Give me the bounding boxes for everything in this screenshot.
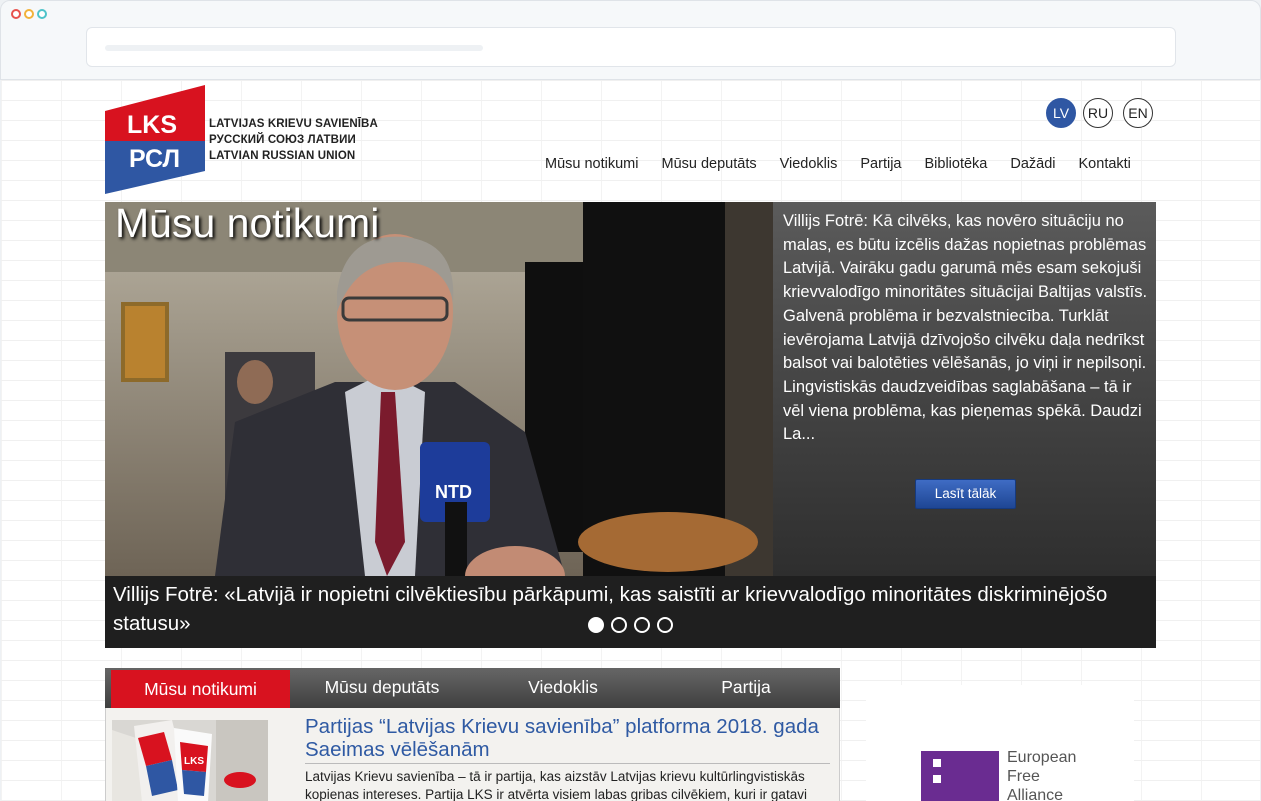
efa-banner[interactable]: European Free Alliance <box>866 685 1134 801</box>
news-flag-text: LKS <box>184 756 204 767</box>
hero-photo[interactable]: NTD <box>105 202 773 576</box>
slider-dot-1[interactable] <box>588 617 604 633</box>
logo-line-lv: LATVIJAS KRIEVU SAVIENĪBA <box>209 118 378 130</box>
news-title[interactable]: Partijas “Latvijas Krievu savienība” pla… <box>305 715 835 761</box>
microphone-label: NTD <box>435 482 472 502</box>
logo-top-text: LKS <box>127 111 177 139</box>
efa-line-2: Free <box>1007 768 1040 785</box>
lang-en-button[interactable]: EN <box>1123 98 1153 128</box>
logo-line-ru: РУССКИЙ СОЮЗ ЛАТВИИ <box>209 134 356 146</box>
hero-caption-bar: Villijs Fotrē: «Latvijā ir nopietni cilv… <box>105 576 1156 648</box>
news-text: Latvijas Krievu savienība – tā ir partij… <box>305 769 807 801</box>
close-window-icon[interactable] <box>11 9 21 19</box>
efa-line-1: European <box>1007 749 1077 766</box>
tab-musu-notikumi[interactable]: Mūsu notikumi <box>111 670 290 708</box>
minimize-window-icon[interactable] <box>24 9 34 19</box>
slider-dot-3[interactable] <box>634 617 650 633</box>
nav-musu-deputats[interactable]: Mūsu deputāts <box>661 156 756 172</box>
nav-partija[interactable]: Partija <box>860 156 901 172</box>
hero-slider: NTD Mūsu notikumi Villijs Fotrē: Kā cilv… <box>105 202 1156 648</box>
efa-text: European Free Alliance <box>1007 748 1076 801</box>
page: LKS РСЛ LATVIJAS KRIEVU SAVIENĪBA РУССКИ… <box>1 80 1260 801</box>
logo-bottom-text: РСЛ <box>129 145 180 173</box>
logo-wordmark: LATVIJAS KRIEVU SAVIENĪBA РУССКИЙ СОЮЗ Л… <box>209 116 378 164</box>
slider-dot-2[interactable] <box>611 617 627 633</box>
address-placeholder <box>105 45 483 51</box>
news-divider <box>305 763 830 764</box>
address-bar[interactable] <box>86 27 1176 67</box>
tab-partija[interactable]: Partija <box>652 668 840 708</box>
content-tabs: Mūsu notikumi Mūsu deputāts Viedoklis Pa… <box>105 668 840 708</box>
tab-musu-deputats[interactable]: Mūsu deputāts <box>290 668 474 708</box>
lang-lv-button[interactable]: LV <box>1046 98 1076 128</box>
browser-chrome <box>0 0 1261 80</box>
hero-excerpt-panel: Villijs Fotrē: Kā cilvēks, kas novēro si… <box>773 202 1156 576</box>
tab-viedoklis[interactable]: Viedoklis <box>474 668 652 708</box>
slider-dots <box>588 617 673 633</box>
efa-line-3: Alliance <box>1007 787 1064 801</box>
nav-viedoklis[interactable]: Viedoklis <box>780 156 838 172</box>
lang-ru-button[interactable]: RU <box>1083 98 1113 128</box>
nav-dazadi[interactable]: Dažādi <box>1010 156 1055 172</box>
read-more-button[interactable]: Lasīt tālāk <box>915 479 1016 509</box>
hero-excerpt: Villijs Fotrē: Kā cilvēks, kas novēro si… <box>783 212 1148 444</box>
main-nav: Mūsu notikumi Mūsu deputāts Viedoklis Pa… <box>545 156 1131 172</box>
news-thumbnail[interactable]: LKS <box>112 720 268 801</box>
logo-line-en: LATVIAN RUSSIAN UNION <box>209 150 356 162</box>
nav-biblioteka[interactable]: Bibliotēka <box>925 156 988 172</box>
lks-logo-icon[interactable]: LKS РСЛ <box>105 85 205 194</box>
nav-kontakti[interactable]: Kontakti <box>1079 156 1131 172</box>
efa-logo-icon <box>921 751 999 801</box>
news-item: LKS Partijas “Latvijas Krievu savienība”… <box>105 708 840 801</box>
nav-musu-notikumi[interactable]: Mūsu notikumi <box>545 156 638 172</box>
hero-title: Mūsu notikumi <box>115 202 380 246</box>
slider-dot-4[interactable] <box>657 617 673 633</box>
maximize-window-icon[interactable] <box>37 9 47 19</box>
